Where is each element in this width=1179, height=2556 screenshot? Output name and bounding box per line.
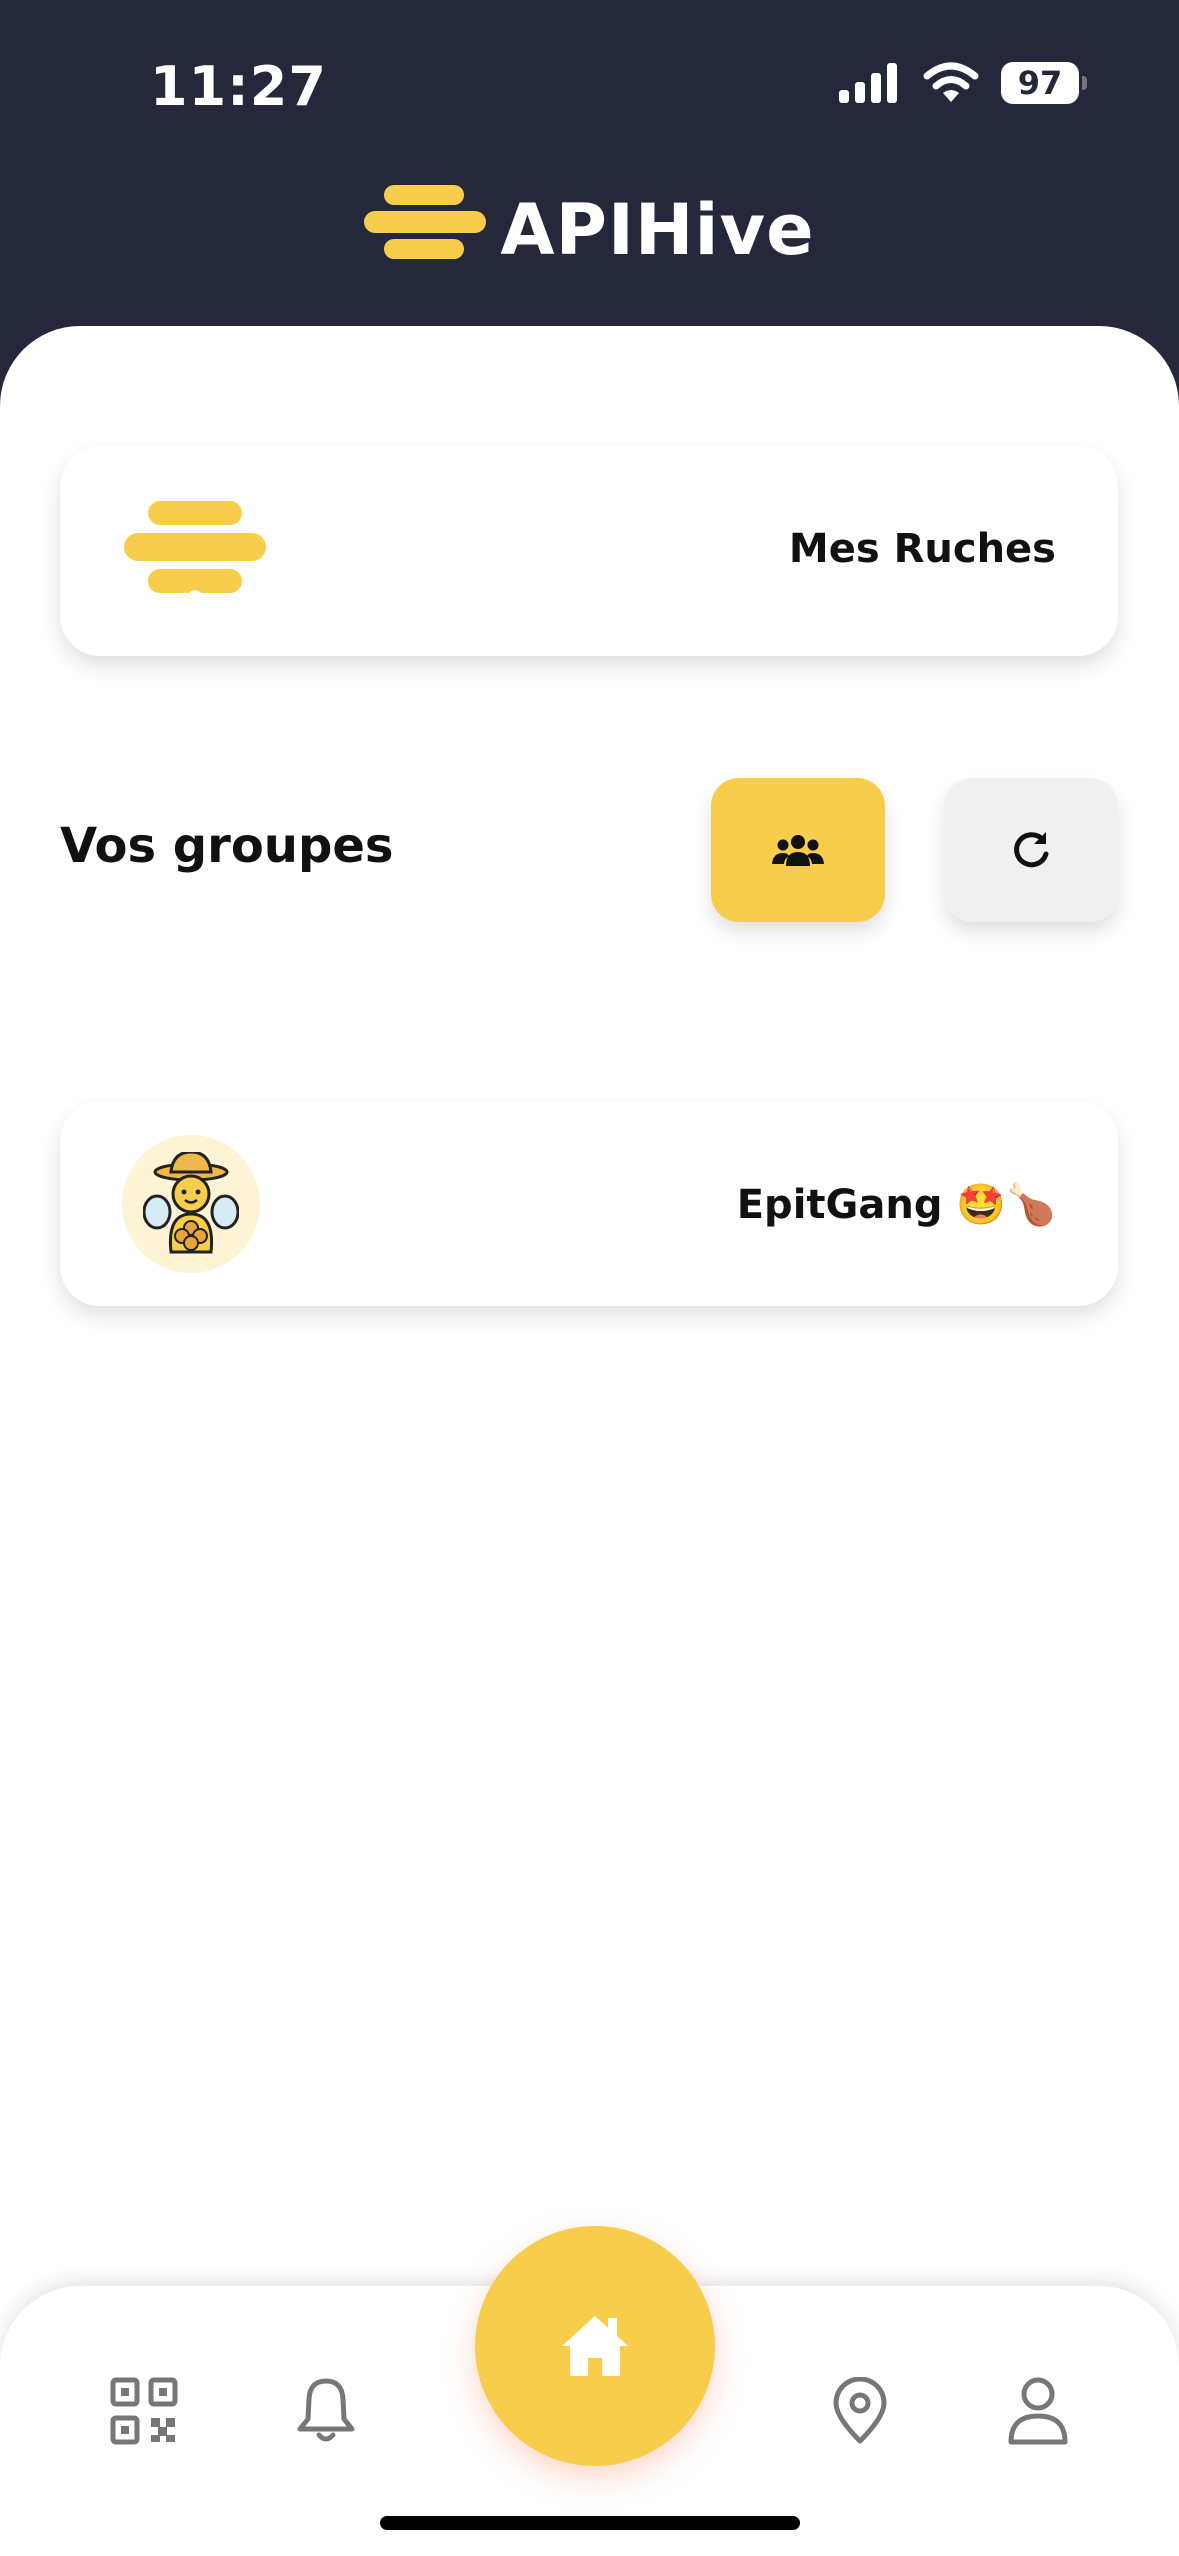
groups-button[interactable]	[711, 778, 885, 922]
group-name: EpitGang 🤩🍗	[736, 1182, 1056, 1228]
home-indicator	[380, 2516, 800, 2530]
refresh-icon	[1014, 832, 1049, 868]
brand: APIHive	[0, 185, 1179, 275]
group-card[interactable]: EpitGang 🤩🍗	[60, 1101, 1118, 1306]
app-header: 11:27 97 APIHive	[0, 0, 1179, 360]
my-hives-label: Mes Ruches	[788, 526, 1056, 572]
home-icon	[562, 2316, 628, 2376]
profile-button[interactable]	[998, 2371, 1078, 2451]
user-icon	[1008, 2377, 1068, 2445]
notifications-button[interactable]	[286, 2371, 366, 2451]
status-icons: 97	[839, 62, 1087, 104]
qr-code-button[interactable]	[104, 2371, 184, 2451]
bell-icon	[297, 2378, 355, 2442]
battery-indicator: 97	[1001, 62, 1087, 104]
location-button[interactable]	[820, 2371, 900, 2451]
hive-icon	[124, 501, 266, 599]
group-avatar	[122, 1135, 260, 1273]
refresh-button[interactable]	[944, 778, 1118, 922]
hive-logo-icon	[364, 185, 487, 271]
status-time: 11:27	[150, 55, 327, 118]
location-pin-icon	[833, 2377, 887, 2444]
my-hives-card[interactable]: Mes Ruches	[60, 446, 1118, 656]
home-button[interactable]	[475, 2226, 715, 2466]
groups-title: Vos groupes	[60, 818, 394, 874]
signal-icon	[839, 63, 897, 103]
beekeeper-icon	[143, 1152, 239, 1254]
users-icon	[772, 835, 824, 866]
qr-code-icon	[110, 2377, 178, 2445]
wifi-icon	[923, 62, 979, 102]
app-title: APIHive	[500, 189, 815, 271]
main-content: Mes Ruches Vos groupes EpitGang 🤩🍗	[0, 326, 1179, 2556]
